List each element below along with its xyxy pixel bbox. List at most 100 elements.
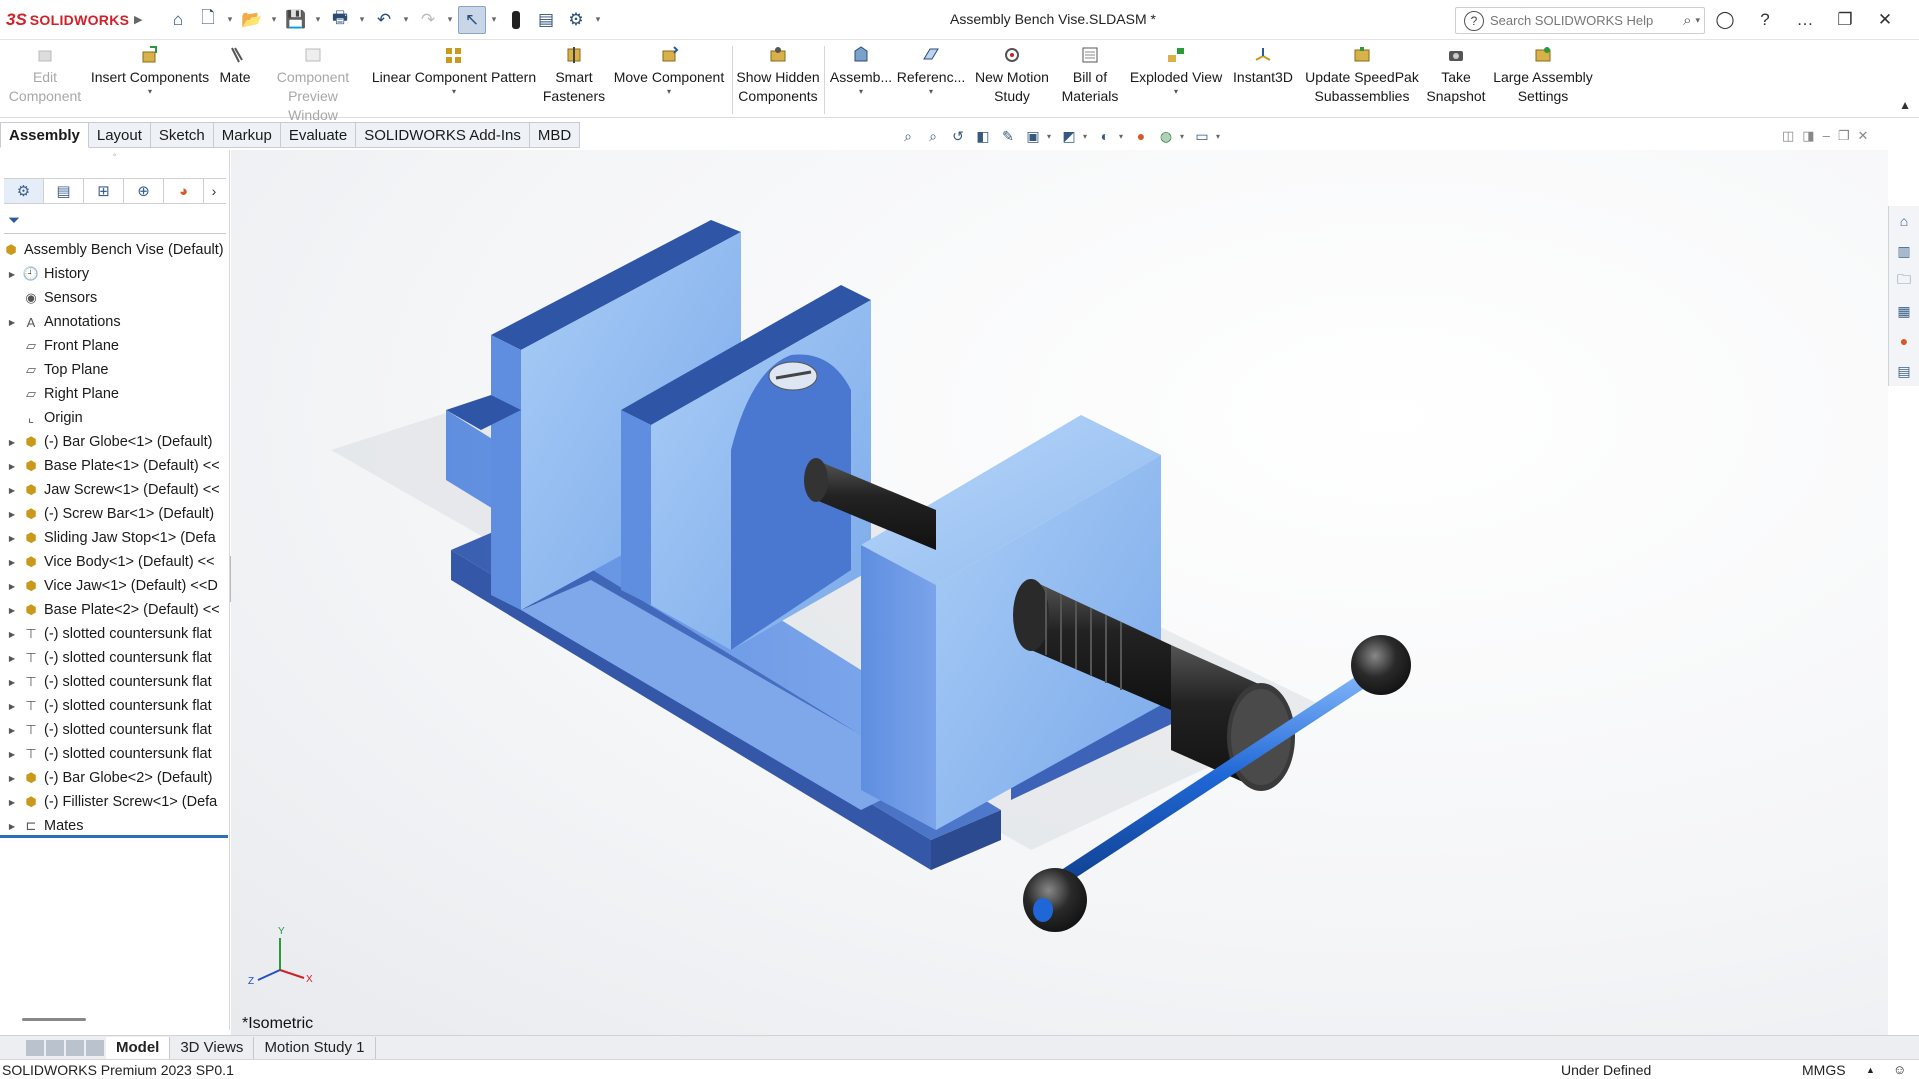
expand-arrow-icon[interactable]: ▶ (6, 822, 18, 831)
unit-system[interactable]: MMGS (1802, 1062, 1846, 1078)
close-window-icon[interactable]: ✕ (1865, 0, 1905, 40)
expand-arrow-icon[interactable]: ▶ (6, 318, 18, 327)
view-settings-dropdown-icon[interactable]: ▾ (1216, 132, 1224, 141)
tree-item[interactable]: ▱ Top Plane (0, 358, 230, 382)
reference-geometry-button[interactable]: Referenc... ▾ (897, 44, 965, 97)
tree-item[interactable]: ▶ ⬢ (-) Bar Globe<2> (Default) (0, 766, 230, 790)
tab-sketch[interactable]: Sketch (150, 122, 214, 148)
apply-scene-icon[interactable]: ◍ (1155, 126, 1177, 146)
expand-arrow-icon[interactable]: ▶ (6, 438, 18, 447)
display-manager-tab-icon[interactable]: ◕ (164, 179, 204, 203)
hide-show-dropdown-icon[interactable]: ▾ (1119, 132, 1127, 141)
tree-item[interactable]: ▶ ⬢ (-) Bar Globe<1> (Default) (0, 430, 230, 454)
smart-fasteners-button[interactable]: Smart Fasteners (543, 44, 605, 106)
tab-motion-study-1[interactable]: Motion Study 1 (254, 1036, 376, 1059)
component-preview-window-button[interactable]: Component Preview Window (262, 44, 364, 125)
options-dropdown-icon[interactable]: ▾ (592, 14, 604, 25)
tree-item[interactable]: ▶ ⊤ (-) slotted countersunk flat (0, 742, 230, 766)
new-dropdown-icon[interactable]: ▾ (224, 14, 236, 25)
appearances-icon[interactable]: ● (1893, 330, 1915, 352)
reference-geometry-dropdown-icon[interactable]: ▾ (929, 87, 933, 97)
move-component-dropdown-icon[interactable]: ▾ (667, 87, 671, 97)
zoom-to-area-icon[interactable]: ⌕ (922, 126, 944, 146)
options-gear-icon[interactable]: ⚙ (562, 6, 590, 34)
section-view-icon[interactable]: ◧ (972, 126, 994, 146)
tab-layout[interactable]: Layout (88, 122, 151, 148)
search-input[interactable]: Search SOLIDWORKS Help (1490, 13, 1683, 28)
tab-addins[interactable]: SOLIDWORKS Add-Ins (356, 122, 530, 148)
tree-item[interactable]: ▶ 🕘 History (0, 262, 230, 286)
menu-expand-arrow-icon[interactable]: ▶ (134, 13, 164, 26)
search-icon[interactable]: ⌕ (1683, 12, 1691, 29)
edit-appearance-icon[interactable]: ● (1130, 126, 1152, 146)
expand-arrow-icon[interactable]: ▶ (6, 606, 18, 615)
viewport-restore-icon[interactable]: ❐ (1838, 128, 1850, 144)
viewport-close-icon[interactable]: ✕ (1857, 128, 1868, 144)
hide-show-items-icon[interactable]: ◐ (1094, 126, 1116, 146)
open-folder-icon[interactable]: 📂 (238, 6, 266, 34)
redo-dropdown-icon[interactable]: ▾ (444, 14, 456, 25)
expand-arrow-icon[interactable]: ▶ (6, 726, 18, 735)
expand-arrow-icon[interactable]: ▶ (6, 558, 18, 567)
select-dropdown-icon[interactable]: ▾ (488, 14, 500, 25)
restore-window-icon[interactable]: ❐ (1825, 0, 1865, 40)
move-component-button[interactable]: Move Component ▾ (610, 44, 728, 97)
open-dropdown-icon[interactable]: ▾ (268, 14, 280, 25)
insert-components-button[interactable]: Insert Components ▾ (90, 44, 210, 97)
expand-arrow-icon[interactable]: ▶ (6, 702, 18, 711)
view-orientation-dropdown-icon[interactable]: ▾ (1047, 132, 1055, 141)
dynamic-annotation-icon[interactable]: ✎ (997, 126, 1019, 146)
update-speedpak-button[interactable]: Update SpeedPak Subassemblies (1302, 44, 1422, 106)
graphics-viewport[interactable] (231, 150, 1888, 1035)
property-manager-tab-icon[interactable]: ▤ (44, 179, 84, 203)
bill-of-materials-button[interactable]: Bill of Materials (1058, 44, 1122, 106)
configuration-manager-tab-icon[interactable]: ⊞ (84, 179, 124, 203)
tree-item[interactable]: ▱ Front Plane (0, 334, 230, 358)
tree-item[interactable]: ▶ ⬢ Jaw Screw<1> (Default) << (0, 478, 230, 502)
tree-item[interactable]: ▶ ⬢ Base Plate<2> (Default) << (0, 598, 230, 622)
view-settings-monitor-icon[interactable]: ▭ (1191, 126, 1213, 146)
expand-arrow-icon[interactable]: ▶ (6, 750, 18, 759)
view-palette-icon[interactable]: ▦ (1893, 300, 1915, 322)
tree-item[interactable]: ▱ Right Plane (0, 382, 230, 406)
tab-evaluate[interactable]: Evaluate (280, 122, 357, 148)
exploded-view-button[interactable]: Exploded View ▾ (1126, 44, 1226, 97)
expand-arrow-icon[interactable]: ▶ (6, 462, 18, 471)
tree-item[interactable]: ▶ ⊤ (-) slotted countersunk flat (0, 694, 230, 718)
take-snapshot-button[interactable]: Take Snapshot (1426, 44, 1486, 106)
tree-item[interactable]: ▶ ⊤ (-) slotted countersunk flat (0, 718, 230, 742)
expand-arrow-icon[interactable]: ▶ (6, 486, 18, 495)
feature-tree-scrollbar[interactable] (22, 1018, 86, 1021)
tree-item[interactable]: ▶ ⊤ (-) slotted countersunk flat (0, 670, 230, 694)
expand-arrow-icon[interactable]: ▶ (6, 510, 18, 519)
zoom-to-fit-icon[interactable]: ⌕ (897, 126, 919, 146)
tree-item[interactable]: ◉ Sensors (0, 286, 230, 310)
help-icon[interactable]: ? (1745, 0, 1785, 40)
unit-system-up-arrow-icon[interactable]: ▲ (1866, 1065, 1875, 1075)
design-library-icon[interactable]: ▥ (1893, 240, 1915, 262)
expand-arrow-icon[interactable]: ▶ (6, 270, 18, 279)
viewport-split-icon[interactable]: ◫ (1782, 128, 1794, 144)
insert-components-dropdown-icon[interactable]: ▾ (148, 87, 152, 97)
view-orientation-icon[interactable]: ▣ (1022, 126, 1044, 146)
tab-markup[interactable]: Markup (213, 122, 281, 148)
display-style-dropdown-icon[interactable]: ▾ (1083, 132, 1091, 141)
home-icon[interactable]: ⌂ (164, 6, 192, 34)
linear-component-pattern-button[interactable]: Linear Component Pattern ▾ (370, 44, 538, 97)
rebuild-traffic-light-icon[interactable] (502, 6, 530, 34)
expand-arrow-icon[interactable]: ▶ (6, 654, 18, 663)
tab-3d-views[interactable]: 3D Views (170, 1036, 255, 1059)
expand-arrow-icon[interactable]: ▶ (6, 678, 18, 687)
bench-vise-model[interactable] (231, 150, 1888, 1035)
viewport-minimize-icon[interactable]: – (1823, 128, 1830, 144)
previous-view-icon[interactable]: ↺ (947, 126, 969, 146)
new-document-icon[interactable]: 🗋 (194, 6, 222, 34)
tree-root-assembly[interactable]: ⬢ Assembly Bench Vise (Default) (0, 238, 230, 262)
new-motion-study-button[interactable]: New Motion Study (970, 44, 1054, 106)
select-pointer-icon[interactable]: ↖ (458, 5, 486, 34)
scene-dropdown-icon[interactable]: ▾ (1180, 132, 1188, 141)
assembly-features-dropdown-icon[interactable]: ▾ (859, 87, 863, 97)
tree-item[interactable]: ▶ ⊤ (-) slotted countersunk flat (0, 646, 230, 670)
file-explorer-icon[interactable]: 🗀 (1893, 270, 1915, 292)
expand-arrow-icon[interactable]: ▶ (6, 534, 18, 543)
